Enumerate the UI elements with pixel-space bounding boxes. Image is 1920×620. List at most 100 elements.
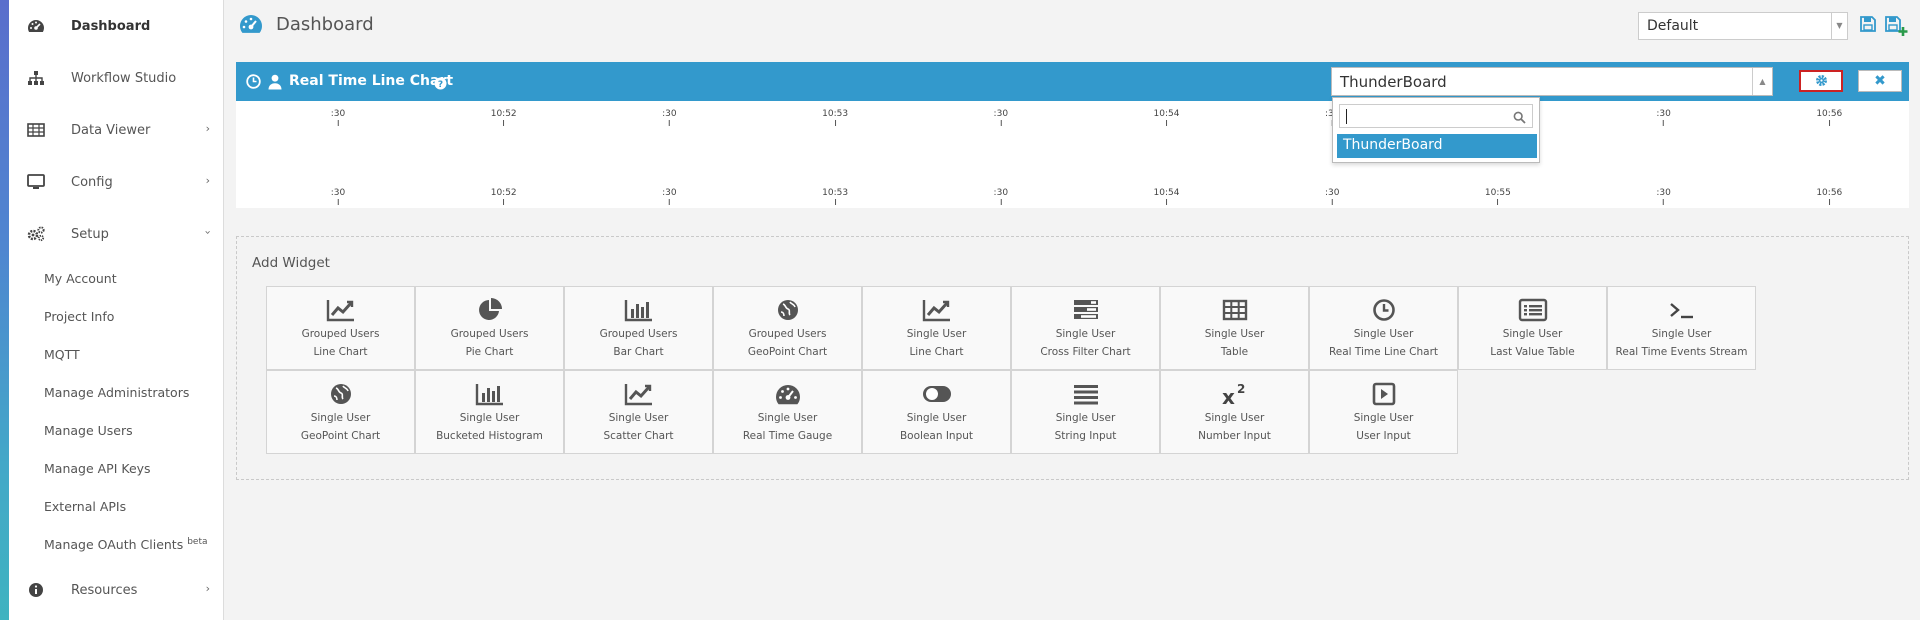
sidebar-sub-manage-oauth-clients[interactable]: Manage OAuth Clients beta xyxy=(44,537,208,552)
text-cursor xyxy=(1346,109,1347,124)
axis-tick-label: :30 xyxy=(1656,109,1670,126)
axis-tick-label: 10:56 xyxy=(1816,109,1842,126)
tile-label-line2: GeoPoint Chart xyxy=(747,346,828,358)
save-new-icon[interactable] xyxy=(1884,15,1908,37)
tile-label-line2: String Input xyxy=(1054,430,1117,442)
sidebar-item-workflow-studio[interactable]: Workflow Studio xyxy=(9,52,224,104)
widget-settings-button[interactable] xyxy=(1799,70,1843,92)
beta-badge: beta xyxy=(187,537,208,547)
sidebar-sub-my-account[interactable]: My Account xyxy=(44,271,117,286)
sidebar-sub-mqtt[interactable]: MQTT xyxy=(44,347,80,362)
gauge-icon xyxy=(714,379,861,409)
widget-tile-grouped-users-line-chart[interactable]: Grouped Users Line Chart xyxy=(266,286,415,370)
widget-tile-single-user-line-chart[interactable]: Single User Line Chart xyxy=(862,286,1011,370)
tile-label-line1: Single User xyxy=(1204,412,1265,424)
axis-tick-label: 10:54 xyxy=(1154,109,1180,126)
tile-label-line2: Pie Chart xyxy=(465,346,514,358)
tile-label-line1: Single User xyxy=(1353,412,1414,424)
line-chart-icon xyxy=(863,295,1010,325)
axis-tick-label: :30 xyxy=(331,188,345,205)
tile-label-line2: Scatter Chart xyxy=(603,430,674,442)
sidebar-item-dashboard[interactable]: Dashboard xyxy=(9,0,224,52)
table-icon xyxy=(1161,295,1308,325)
sidebar-item-label: Setup xyxy=(71,226,109,242)
data-source-select[interactable]: ThunderBoard ▲ xyxy=(1331,67,1773,96)
dashboard-gauge-icon xyxy=(238,13,264,39)
help-circle-icon[interactable]: ? xyxy=(434,75,447,94)
axis-tick-label: 10:53 xyxy=(822,188,848,205)
sidebar-item-label: Dashboard xyxy=(71,18,151,34)
sidebar-sub-manage-administrators[interactable]: Manage Administrators xyxy=(44,385,189,400)
tile-label-line1: Single User xyxy=(1651,328,1712,340)
sidebar: Dashboard Workflow Studio Data Viewer › … xyxy=(0,0,224,620)
widget-tile-single-user-cross-filter-chart[interactable]: Single User Cross Filter Chart xyxy=(1011,286,1160,370)
sidebar-item-label: Config xyxy=(71,174,113,190)
bar-chart-icon xyxy=(416,379,563,409)
line-chart-icon xyxy=(267,295,414,325)
time-axis-bottom: :30 10:52:30 10:53:30 10:54:30 10:55:30 10:56 xyxy=(236,188,1909,208)
tile-label-line1: Single User xyxy=(1204,328,1265,340)
widget-tile-single-user-table[interactable]: Single User Table xyxy=(1160,286,1309,370)
widget-tile-single-user-number-input[interactable]: x 2 Single User Number Input xyxy=(1160,370,1309,454)
tile-label-line1: Single User xyxy=(1353,328,1414,340)
tile-label-line1: Grouped Users xyxy=(450,328,529,340)
widget-tile-single-user-real-time-line-chart[interactable]: Single User Real Time Line Chart xyxy=(1309,286,1458,370)
widget-tile-single-user-geopoint-chart[interactable]: Single User GeoPoint Chart xyxy=(266,370,415,454)
tile-label-line2: Last Value Table xyxy=(1490,346,1575,358)
sidebar-sub-manage-users[interactable]: Manage Users xyxy=(44,423,133,438)
close-icon: ✖ xyxy=(1874,73,1886,89)
widget-tile-single-user-scatter-chart[interactable]: Single User Scatter Chart xyxy=(564,370,713,454)
globe-icon xyxy=(267,379,414,409)
tile-label-line2: Bar Chart xyxy=(613,346,664,358)
sidebar-sub-project-info[interactable]: Project Info xyxy=(44,309,114,324)
widget-tile-single-user-real-time-gauge[interactable]: Single User Real Time Gauge xyxy=(713,370,862,454)
toggle-icon xyxy=(863,379,1010,409)
superscript-icon: x2 xyxy=(1161,379,1308,409)
sidebar-item-resources[interactable]: Resources › xyxy=(9,564,224,616)
widget-tile-single-user-real-time-events-stream[interactable]: Single User Real Time Events Stream xyxy=(1607,286,1756,370)
dropdown-search-input[interactable] xyxy=(1339,104,1533,128)
axis-tick-label: :30 xyxy=(662,109,676,126)
table-icon xyxy=(25,121,47,139)
axis-tick-label: :30 xyxy=(1325,188,1339,205)
svg-text:2: 2 xyxy=(1237,382,1245,396)
add-widget-panel: Add Widget Grouped Users Line Chart Groupe… xyxy=(236,236,1909,480)
widget-tile-single-user-bucketed-histogram[interactable]: Single User Bucketed Histogram xyxy=(415,370,564,454)
save-icon[interactable] xyxy=(1859,15,1881,37)
widget-tile-single-user-last-value-table[interactable]: Single User Last Value Table xyxy=(1458,286,1607,370)
sidebar-item-data-viewer[interactable]: Data Viewer › xyxy=(9,104,224,156)
widget-tile-single-user-boolean-input[interactable]: Single User Boolean Input xyxy=(862,370,1011,454)
sidebar-accent-bar xyxy=(0,0,9,620)
sidebar-sub-external-apis[interactable]: External APIs xyxy=(44,499,126,514)
widget-tile-grouped-users-pie-chart[interactable]: Grouped Users Pie Chart xyxy=(415,286,564,370)
add-widget-title: Add Widget xyxy=(252,255,330,271)
sidebar-item-label: Workflow Studio xyxy=(71,70,177,86)
widget-title: Real Time Line Chart xyxy=(289,73,454,89)
dropdown-option[interactable]: ThunderBoard xyxy=(1337,134,1537,158)
info-circle-icon xyxy=(25,581,47,599)
cross-filter-icon xyxy=(1012,295,1159,325)
tile-label-line2: User Input xyxy=(1356,430,1411,442)
axis-tick-label: :30 xyxy=(331,109,345,126)
tile-label-line1: Grouped Users xyxy=(748,328,827,340)
tile-label-line2: Boolean Input xyxy=(899,430,974,442)
axis-tick-label: 10:52 xyxy=(491,188,517,205)
widget-tile-grouped-users-geopoint-chart[interactable]: Grouped Users GeoPoint Chart xyxy=(713,286,862,370)
sidebar-sub-label: Manage OAuth Clients xyxy=(44,537,184,553)
tile-label-line1: Single User xyxy=(608,412,669,424)
tile-label-line1: Grouped Users xyxy=(301,328,380,340)
axis-tick-label: 10:56 xyxy=(1816,188,1842,205)
tile-label-line2: Bucketed Histogram xyxy=(436,430,543,442)
widget-tile-single-user-string-input[interactable]: Single User String Input xyxy=(1011,370,1160,454)
axis-tick-label: :30 xyxy=(662,188,676,205)
chevron-right-icon: › xyxy=(205,582,210,595)
sidebar-sub-manage-api-keys[interactable]: Manage API Keys xyxy=(44,461,151,476)
sidebar-item-setup[interactable]: Setup › xyxy=(9,208,224,260)
widget-close-button[interactable]: ✖ xyxy=(1858,70,1902,92)
sidebar-item-config[interactable]: Config › xyxy=(9,156,224,208)
dashboard-layout-select[interactable]: Default ▼ xyxy=(1638,12,1848,40)
tile-label-line1: Grouped Users xyxy=(599,328,678,340)
time-axis-top: :3010:52:3010:53:3010:54:3010:55:3010:56 xyxy=(236,109,1909,129)
widget-tile-single-user-user-input[interactable]: Single User User Input xyxy=(1309,370,1458,454)
widget-tile-grouped-users-bar-chart[interactable]: Grouped Users Bar Chart xyxy=(564,286,713,370)
